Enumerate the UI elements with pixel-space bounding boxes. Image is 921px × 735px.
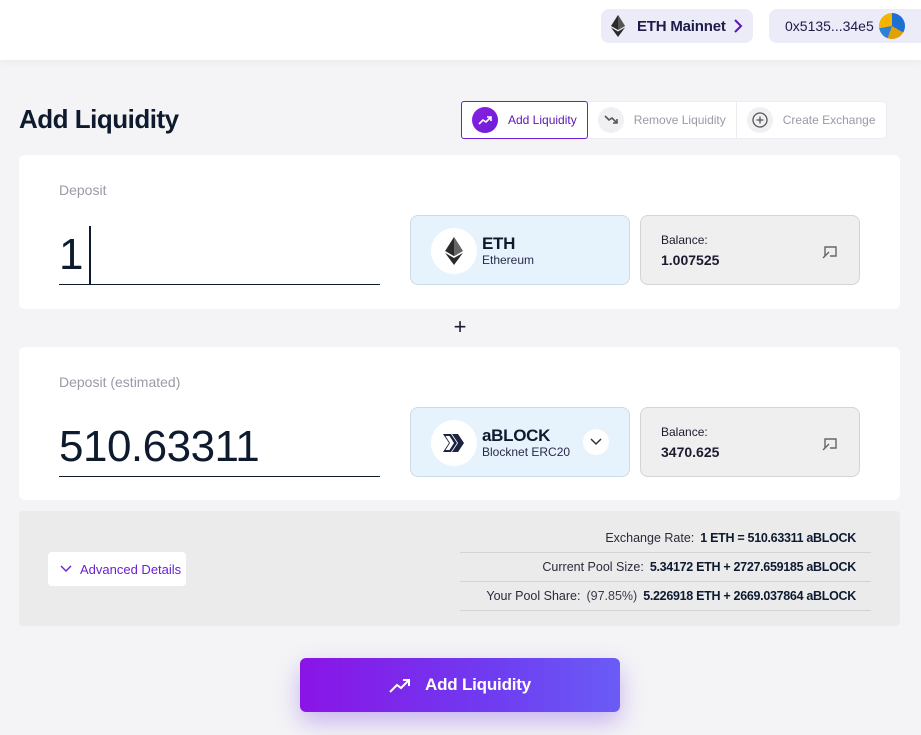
- trending-down-icon: [597, 107, 624, 133]
- tab-label: Remove Liquidity: [633, 113, 726, 127]
- pool-share-row: Your Pool Share: (97.85%) 5.226918 ETH +…: [460, 582, 871, 611]
- liquidity-tabs: Add Liquidity Remove Liquidity Create Ex…: [461, 101, 887, 139]
- tab-add-liquidity[interactable]: Add Liquidity: [461, 101, 588, 139]
- blocknet-icon: [431, 420, 477, 466]
- balance-value: 3470.625: [661, 444, 720, 460]
- chevron-right-icon: [734, 19, 743, 33]
- avatar[interactable]: [879, 13, 905, 39]
- wallet-address: 0x5135...34e5: [785, 18, 874, 34]
- trending-up-icon: [389, 679, 410, 693]
- deposit-estimated-label: Deposit (estimated): [59, 374, 181, 390]
- deposit-card: Deposit 1 ETH Ethereum Balance: 1.007525: [19, 155, 900, 309]
- chevron-down-icon[interactable]: [583, 429, 609, 455]
- deposit-amount-value: 1: [59, 229, 83, 279]
- tab-label: Add Liquidity: [508, 113, 577, 127]
- trending-up-icon: [472, 107, 498, 133]
- detail-key: Exchange Rate:: [605, 531, 695, 545]
- page-title: Add Liquidity: [19, 104, 179, 134]
- balance-label: Balance:: [661, 425, 708, 439]
- deposit-estimated-amount-value: 510.63311: [59, 421, 260, 471]
- chevron-down-icon: [60, 565, 72, 572]
- detail-key: Your Pool Share:: [486, 589, 581, 603]
- advanced-details-button[interactable]: Advanced Details: [48, 552, 186, 586]
- plus-icon: +: [453, 314, 467, 339]
- ethereum-icon: [611, 15, 625, 37]
- deposit-amount-input[interactable]: 1: [59, 225, 380, 285]
- detail-value: 1 ETH = 510.63311 aBLOCK: [700, 531, 856, 545]
- balance-value: 1.007525: [661, 252, 720, 268]
- token-selector-ablock[interactable]: aBLOCK Blocknet ERC20: [410, 407, 630, 477]
- tab-remove-liquidity[interactable]: Remove Liquidity: [588, 102, 737, 138]
- tab-label: Create Exchange: [782, 113, 876, 127]
- detail-value: 5.226918 ETH + 2669.037864 aBLOCK: [643, 589, 856, 603]
- token-name: Blocknet ERC20: [482, 445, 571, 459]
- token-symbol: aBLOCK: [482, 426, 551, 445]
- top-bar: ETH Mainnet 0x5135...34e5: [0, 0, 921, 60]
- token-selector-eth[interactable]: ETH Ethereum: [410, 215, 630, 285]
- balance-label: Balance:: [661, 233, 708, 247]
- detail-value: 5.34172 ETH + 2727.659185 aBLOCK: [649, 560, 856, 574]
- max-icon[interactable]: [821, 242, 839, 260]
- advanced-details-label: Advanced Details: [80, 561, 182, 577]
- token-name: Ethereum: [482, 253, 535, 267]
- deposit-estimated-amount-input[interactable]: 510.63311: [59, 417, 380, 477]
- network-label: ETH Mainnet: [637, 17, 726, 35]
- max-icon[interactable]: [821, 434, 839, 452]
- plus-circle-icon: [746, 107, 773, 133]
- deposit-label: Deposit: [59, 182, 107, 198]
- network-selector[interactable]: ETH Mainnet: [601, 9, 753, 43]
- add-liquidity-button[interactable]: Add Liquidity: [300, 658, 620, 712]
- detail-key: Current Pool Size:: [542, 560, 644, 574]
- token-symbol: ETH: [482, 234, 516, 253]
- text-caret: [88, 225, 91, 284]
- balance-box: Balance: 3470.625: [640, 407, 860, 477]
- balance-box: Balance: 1.007525: [640, 215, 860, 285]
- details-panel: Advanced Details Exchange Rate: 1 ETH = …: [19, 511, 900, 626]
- deposit-estimated-card: Deposit (estimated) 510.63311 aBLOCK Blo…: [19, 347, 900, 500]
- ethereum-icon: [431, 228, 477, 274]
- tab-create-exchange[interactable]: Create Exchange: [737, 102, 886, 138]
- pool-share-percent: (97.85%): [586, 589, 638, 603]
- add-liquidity-button-label: Add Liquidity: [425, 675, 531, 694]
- exchange-rate-row: Exchange Rate: 1 ETH = 510.63311 aBLOCK: [460, 524, 871, 553]
- pool-size-row: Current Pool Size: 5.34172 ETH + 2727.65…: [460, 553, 871, 582]
